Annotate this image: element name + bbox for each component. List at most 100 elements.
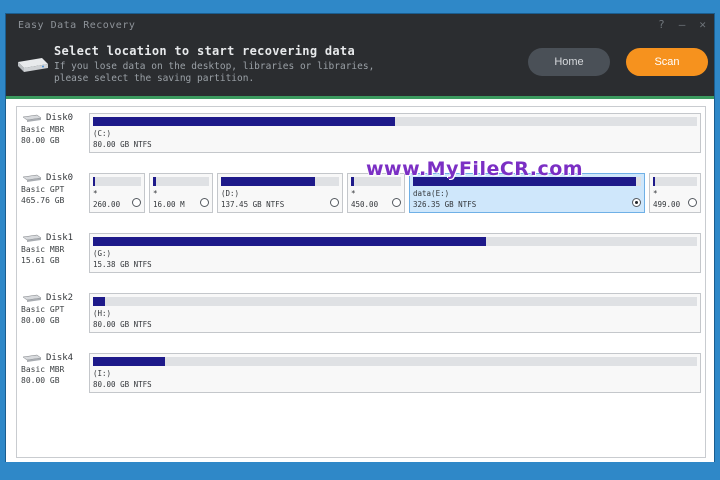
disk-drive-icon (22, 114, 42, 122)
partition-size: 260.00 (93, 200, 121, 209)
partition-radio[interactable] (632, 198, 641, 207)
disk-label: Disk0 (46, 113, 74, 123)
usage-bar (93, 297, 697, 306)
minimize-icon[interactable]: – (679, 18, 686, 31)
disk-size: 80.00 GB (21, 316, 60, 325)
disk-name: Disk4 (21, 353, 91, 364)
partition-size: 326.35 GB NTFS (413, 200, 477, 209)
disk-row: Disk1 Basic MBR 15.61 GB (G:) 15.38 GB NTFS (17, 233, 705, 273)
usage-bar (93, 237, 697, 246)
partition-radio[interactable] (132, 198, 141, 207)
disk-info: Disk0 Basic GPT 465.76 GB (21, 173, 91, 206)
disk-row: Disk0 Basic MBR 80.00 GB (C:) 80.00 GB NTFS (17, 113, 705, 153)
usage-bar (93, 357, 697, 366)
disk-info: Disk0 Basic MBR 80.00 GB (21, 113, 91, 146)
usage-bar-fill (93, 177, 96, 186)
partition-radio[interactable] (688, 198, 697, 207)
partition-size: 15.38 GB NTFS (93, 260, 152, 269)
usage-bar-fill (221, 177, 316, 186)
window-controls: ? – ✕ (658, 18, 706, 31)
disk-size: 15.61 GB (21, 256, 60, 265)
usage-bar-fill (153, 177, 156, 186)
disk-drive-icon (22, 174, 42, 182)
disk-label: Disk0 (46, 173, 74, 183)
partition-card[interactable]: * 16.00 M (149, 173, 213, 213)
disk-type: Basic MBR (21, 365, 65, 374)
disk-info: Disk4 Basic MBR 80.00 GB (21, 353, 91, 386)
partition-size: 80.00 GB NTFS (93, 380, 152, 389)
disk-name: Disk0 (21, 173, 91, 184)
partition-label: (D:) (221, 189, 240, 198)
disk-drive-icon (22, 234, 42, 242)
page-subtitle-line2: please select the saving partition. (54, 73, 255, 84)
disk-row: Disk2 Basic GPT 80.00 GB (H:) 80.00 GB NTFS (17, 293, 705, 333)
partition-label: * (653, 189, 658, 198)
partition-card[interactable]: (G:) 15.38 GB NTFS (89, 233, 701, 273)
partition-card[interactable]: * 499.00 (649, 173, 701, 213)
partition-radio[interactable] (392, 198, 401, 207)
partition-size: 499.00 (653, 200, 681, 209)
disk-type: Basic GPT (21, 305, 65, 314)
title-bar: Easy Data Recovery ? – ✕ Select location… (6, 14, 714, 99)
partition-radio[interactable] (330, 198, 339, 207)
usage-bar (93, 117, 697, 126)
disk-type: Basic MBR (21, 245, 65, 254)
partition-label: (G:) (93, 249, 112, 258)
disk-info: Disk1 Basic MBR 15.61 GB (21, 233, 91, 266)
scan-button[interactable]: Scan (626, 48, 708, 76)
help-icon[interactable]: ? (658, 18, 665, 31)
usage-bar-fill (351, 177, 354, 186)
disk-type: Basic MBR (21, 125, 65, 134)
close-icon[interactable]: ✕ (699, 18, 706, 31)
disk-list: Disk0 Basic MBR 80.00 GB (C:) 80.00 GB NTFS D… (16, 106, 706, 458)
partition-radio[interactable] (200, 198, 209, 207)
desktop-frame-bottom (0, 462, 720, 480)
disk-size: 465.76 GB (21, 196, 65, 205)
page-title: Select location to start recovering data (54, 44, 355, 58)
partition-label: (H:) (93, 309, 112, 318)
watermark-text: www.MyFileCR.com (366, 158, 584, 180)
partition-size: 16.00 M (153, 200, 185, 209)
usage-bar-fill (93, 297, 106, 306)
usage-bar (153, 177, 209, 186)
disk-label: Disk1 (46, 233, 74, 243)
disk-name: Disk1 (21, 233, 91, 244)
disk-type: Basic GPT (21, 185, 65, 194)
usage-bar-fill (93, 117, 395, 126)
partition-size: 137.45 GB NTFS (221, 200, 285, 209)
partition-label: data(E:) (413, 189, 450, 198)
partition-size: 80.00 GB NTFS (93, 320, 152, 329)
hard-drive-icon (18, 58, 48, 72)
partition-card[interactable]: (I:) 80.00 GB NTFS (89, 353, 701, 393)
home-button[interactable]: Home (528, 48, 610, 76)
usage-bar-fill (653, 177, 656, 186)
usage-bar-fill (93, 237, 486, 246)
disk-info: Disk2 Basic GPT 80.00 GB (21, 293, 91, 326)
partition-label: * (351, 189, 356, 198)
disk-row: Disk4 Basic MBR 80.00 GB (I:) 80.00 GB NTFS (17, 353, 705, 393)
partition-label: (C:) (93, 129, 112, 138)
disk-row: Disk0 Basic GPT 465.76 GB * 260.00 * 16.00 M (D… (17, 173, 705, 213)
disk-label: Disk4 (46, 353, 74, 363)
partition-card[interactable]: (C:) 80.00 GB NTFS (89, 113, 701, 153)
app-window: Easy Data Recovery ? – ✕ Select location… (6, 14, 714, 462)
partition-size: 450.00 (351, 200, 379, 209)
partition-label: (I:) (93, 369, 112, 378)
partition-size: 80.00 GB NTFS (93, 140, 152, 149)
usage-bar (221, 177, 339, 186)
usage-bar (653, 177, 697, 186)
desktop-frame-top (0, 0, 720, 14)
disk-size: 80.00 GB (21, 376, 60, 385)
partition-card[interactable]: (H:) 80.00 GB NTFS (89, 293, 701, 333)
partition-label: * (93, 189, 98, 198)
page-subtitle-line1: If you lose data on the desktop, librari… (54, 61, 375, 72)
usage-bar (93, 177, 141, 186)
partition-label: * (153, 189, 158, 198)
app-title: Easy Data Recovery (18, 20, 136, 31)
partition-card[interactable]: * 260.00 (89, 173, 145, 213)
disk-name: Disk0 (21, 113, 91, 124)
usage-bar-fill (93, 357, 166, 366)
disk-label: Disk2 (46, 293, 74, 303)
partition-card[interactable]: (D:) 137.45 GB NTFS (217, 173, 343, 213)
disk-size: 80.00 GB (21, 136, 60, 145)
